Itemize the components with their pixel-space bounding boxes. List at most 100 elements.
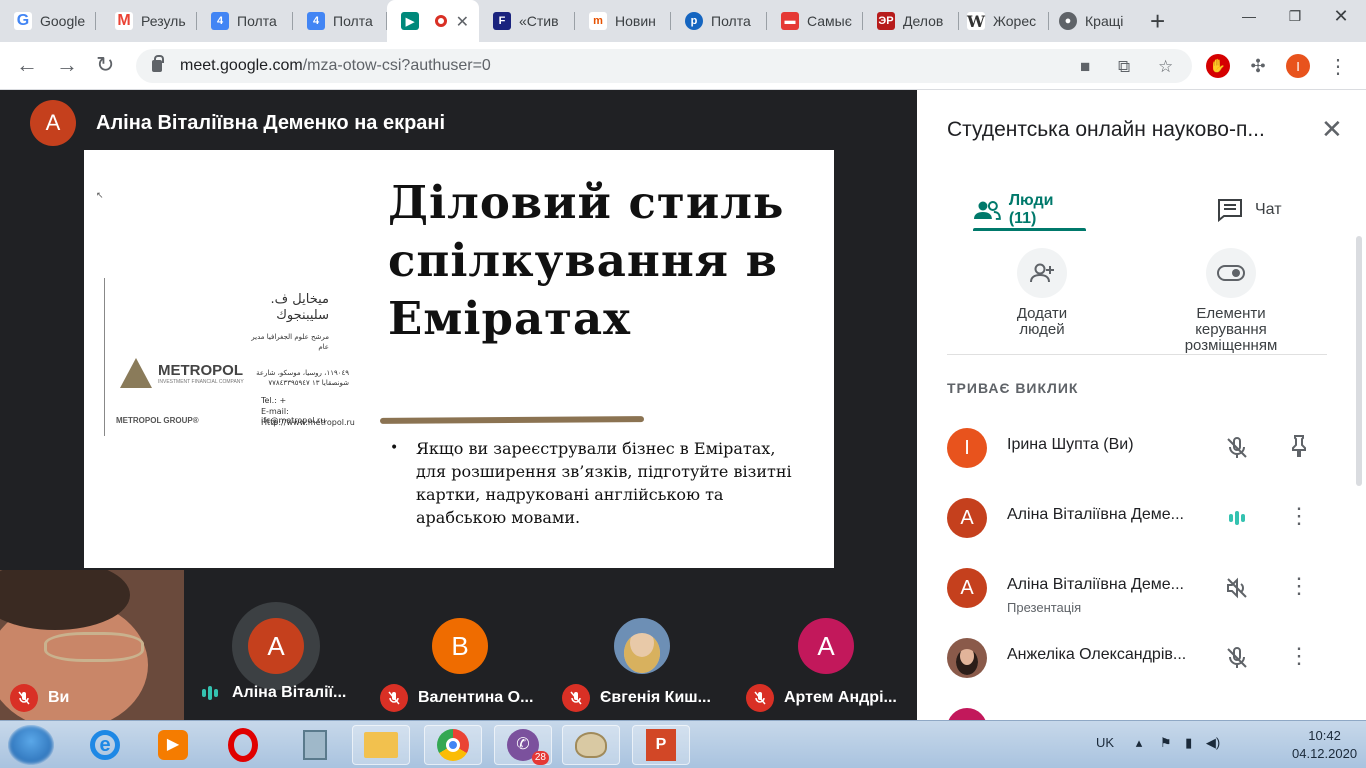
avatar: A (30, 100, 76, 146)
tab-chat[interactable]: Чат (1217, 188, 1297, 232)
browser-tab[interactable]: ЭР Делов (863, 0, 959, 42)
address-bar[interactable]: meet.google.com/mza-otow-csi?authuser=0 … (136, 49, 1192, 83)
meeting-title: Студентська онлайн науково-п... (947, 118, 1265, 141)
browser-tab[interactable]: M Резуль (101, 0, 197, 42)
more-options-icon[interactable]: ⋮ (1287, 504, 1311, 528)
tile-name: Ви (48, 689, 70, 706)
browser-tab[interactable]: G Google (0, 0, 96, 42)
volume-icon[interactable]: ◀) (1206, 735, 1220, 750)
avatar: A (248, 618, 304, 674)
notification-badge: 28 (531, 751, 549, 765)
pin-icon[interactable] (1287, 434, 1311, 458)
globe-icon: p (685, 12, 703, 30)
participant-row[interactable]: A Аліна Віталіївна Деме... Презентація ⋮ (947, 568, 1337, 628)
brush-divider (379, 416, 645, 424)
f-icon: F (493, 12, 511, 30)
participant-tile[interactable]: A Аліна Віталії... (196, 570, 366, 720)
calculator-icon[interactable] (286, 725, 344, 765)
cursor-icon: ↖ (96, 190, 104, 200)
browser-toolbar: ← → ↻ meet.google.com/mza-otow-csi?authu… (0, 42, 1366, 90)
network-icon[interactable]: ▮ (1185, 735, 1192, 750)
close-tab-icon[interactable]: ✕ (456, 12, 469, 32)
show-hidden-icons-icon[interactable]: ▴ (1136, 735, 1143, 750)
participant-tile[interactable]: Євгенія Киш... (560, 570, 730, 720)
more-options-icon[interactable]: ⋮ (1287, 574, 1311, 598)
scrollbar[interactable] (1356, 236, 1362, 486)
system-tray: UK ▴ ⚑ ▮ ◀) (1096, 735, 1220, 751)
mic-off-icon (746, 684, 774, 712)
browser-menu-icon[interactable]: ⋮ (1326, 54, 1350, 78)
recording-icon (435, 15, 447, 27)
restore-button[interactable]: ❐ (1272, 2, 1318, 30)
browser-tab[interactable]: 4 Полта (293, 0, 387, 42)
avatar: A (947, 498, 987, 538)
extensions-icon[interactable]: ✣ (1246, 54, 1270, 78)
toggle-icon (1206, 248, 1256, 298)
browser-tab[interactable]: m Новин (575, 0, 671, 42)
start-button[interactable] (8, 725, 54, 765)
reload-icon[interactable]: ↻ (96, 52, 114, 78)
globe-icon: ● (1059, 12, 1077, 30)
adblock-extension-icon[interactable]: ✋ (1206, 54, 1230, 78)
business-card-image: METROPOL INVESTMENT FINANCIAL COMPANY ME… (104, 278, 355, 436)
section-heading: ТРИВАЄ ВИКЛИК (947, 380, 1079, 396)
add-people-button[interactable]: Додати людей (997, 238, 1087, 338)
bookmark-star-icon[interactable]: ☆ (1158, 57, 1173, 77)
new-tab-button[interactable]: + (1150, 6, 1165, 37)
url-text[interactable]: meet.google.com/mza-otow-csi?authuser=0 (180, 57, 491, 75)
internet-explorer-icon[interactable]: e (76, 725, 134, 765)
paint-icon[interactable] (562, 725, 620, 765)
side-panel: Студентська онлайн науково-п... ✕ Люди (… (917, 90, 1366, 720)
window-close-button[interactable]: ✕ (1318, 2, 1364, 30)
participant-row[interactable]: І Ірина Шупта (Ви) (947, 428, 1337, 488)
forward-icon[interactable]: → (56, 52, 78, 78)
tile-name: Валентина О... (418, 689, 534, 706)
participant-row[interactable]: A Аліна Віталіївна Деме... ⋮ (947, 498, 1337, 558)
calendar-icon: 4 (211, 12, 229, 30)
avatar: A (798, 618, 854, 674)
flag-icon[interactable]: ⚑ (1160, 735, 1172, 750)
browser-tab-active[interactable]: ▶ ✕ (387, 0, 479, 42)
news-icon: m (589, 12, 607, 30)
minimize-button[interactable]: — (1226, 2, 1272, 30)
tab-people[interactable]: Люди (11) (973, 188, 1085, 232)
self-video-tile[interactable]: Ви (0, 570, 184, 720)
file-explorer-icon[interactable] (352, 725, 410, 765)
lock-icon[interactable] (152, 55, 164, 72)
browser-tab[interactable]: p Полта (671, 0, 767, 42)
participant-tile[interactable]: A Артем Андрі... (744, 570, 916, 720)
browser-tab[interactable]: ▬ Самыє (767, 0, 863, 42)
browser-tab[interactable]: 4 Полта (197, 0, 293, 42)
more-options-icon[interactable]: ⋮ (1287, 644, 1311, 668)
clock[interactable]: 10:42 04.12.2020 (1292, 727, 1357, 763)
media-player-icon[interactable]: ▶ (144, 725, 202, 765)
speaking-indicator-icon (202, 686, 218, 700)
powerpoint-icon[interactable]: P (632, 725, 690, 765)
close-panel-icon[interactable]: ✕ (1321, 114, 1343, 145)
avatar (947, 638, 987, 678)
add-person-icon (1017, 248, 1067, 298)
browser-tab[interactable]: ● Кращі (1045, 0, 1141, 42)
translate-icon[interactable]: ⧉ (1118, 57, 1130, 77)
opera-icon[interactable] (214, 725, 272, 765)
card-icon: ▬ (781, 12, 799, 30)
browser-tab[interactable]: F «Стив (479, 0, 575, 42)
mic-off-icon (1227, 437, 1247, 458)
participant-row[interactable]: Анжеліка Олександрів... ⋮ (947, 638, 1337, 698)
camera-icon[interactable]: ■ (1080, 57, 1090, 77)
chrome-icon[interactable] (424, 725, 482, 765)
language-indicator[interactable]: UK (1096, 735, 1114, 750)
layout-controls-button[interactable]: Елементи керування розміщенням (1161, 238, 1301, 354)
viber-icon[interactable]: ✆ 28 (494, 725, 552, 765)
profile-avatar[interactable]: І (1286, 54, 1310, 78)
speaking-indicator-icon (1225, 506, 1249, 530)
volume-off-icon (1227, 577, 1247, 599)
presenter-label: Аліна Віталіївна Деменко на екрані (96, 111, 446, 134)
back-icon[interactable]: ← (16, 52, 38, 78)
browser-tab[interactable]: W Жорес (953, 0, 1049, 42)
mic-off-icon (562, 684, 590, 712)
avatar: B (432, 618, 488, 674)
participant-tile[interactable]: B Валентина О... (376, 570, 546, 720)
meet-icon: ▶ (401, 12, 419, 30)
participant-row[interactable] (947, 708, 1337, 720)
